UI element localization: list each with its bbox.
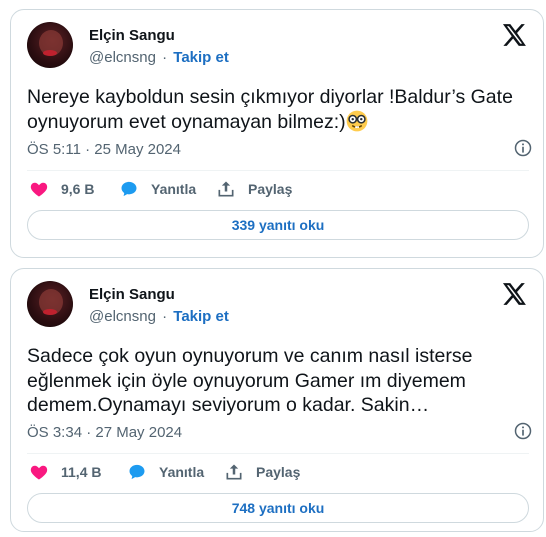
like-count: 9,6 B: [61, 181, 95, 197]
author-handle[interactable]: @elcnsng: [89, 49, 156, 66]
tweet-card[interactable]: Elçin Sangu @elcnsng · Takip et Sadece ç…: [10, 268, 544, 532]
info-icon[interactable]: [513, 421, 533, 441]
tweet-timestamp[interactable]: ÖS 3:34 · 27 May 2024: [27, 424, 182, 441]
x-logo-icon[interactable]: [501, 22, 527, 48]
author-name[interactable]: Elçin Sangu: [89, 27, 175, 44]
follow-link[interactable]: Takip et: [173, 308, 229, 325]
tweet-text: Nereye kayboldun sesin çıkmıyor diyorlar…: [27, 85, 529, 134]
reply-button[interactable]: Yanıtla: [127, 459, 204, 485]
reply-label: Yanıtla: [151, 181, 197, 197]
tweet-text: Sadece çok oyun oynuyorum ve canım nasıl…: [27, 345, 478, 416]
heart-icon: [30, 465, 48, 480]
like-count: 11,4 B: [61, 464, 102, 480]
author-name[interactable]: Elçin Sangu: [89, 286, 175, 303]
like-button[interactable]: 9,6 B: [29, 176, 94, 202]
separator-dot: ·: [162, 49, 168, 66]
reply-button[interactable]: Yanıtla: [119, 176, 196, 202]
share-icon: [218, 181, 234, 197]
info-icon[interactable]: [513, 138, 533, 158]
share-button[interactable]: Paylaş: [224, 459, 300, 485]
reply-label: Yanıtla: [159, 464, 205, 480]
divider: [27, 170, 529, 171]
tweet-header: Elçin Sangu @elcnsng · Takip et: [27, 281, 531, 329]
share-icon: [226, 464, 242, 480]
share-label: Paylaş: [256, 464, 301, 480]
author-handle[interactable]: @elcnsng: [89, 308, 156, 325]
divider: [27, 453, 529, 454]
avatar[interactable]: [27, 281, 73, 327]
tweet-actions: 11,4 B Yanıtla Paylaş: [27, 459, 529, 485]
read-replies-button[interactable]: 748 yanıtı oku: [27, 493, 529, 523]
tweet-timestamp[interactable]: ÖS 5:11 · 25 May 2024: [27, 141, 181, 158]
follow-link[interactable]: Takip et: [173, 49, 229, 66]
avatar[interactable]: [27, 22, 73, 68]
reply-bubble-icon: [129, 464, 145, 480]
tweet-text-content: Nereye kayboldun sesin çıkmıyor diyorlar…: [27, 86, 519, 133]
x-logo-icon[interactable]: [501, 281, 527, 307]
tweet-card[interactable]: Elçin Sangu @elcnsng · Takip et Nereye k…: [10, 9, 544, 258]
share-label: Paylaş: [248, 181, 293, 197]
reply-bubble-icon: [121, 181, 137, 197]
handle-row: @elcnsng · Takip et: [89, 308, 229, 325]
handle-row: @elcnsng · Takip et: [89, 49, 229, 66]
tweet-header: Elçin Sangu @elcnsng · Takip et: [27, 22, 531, 70]
heart-icon: [30, 182, 48, 197]
like-button[interactable]: 11,4 B: [29, 459, 101, 485]
nerd-face-emoji: [346, 110, 368, 131]
share-button[interactable]: Paylaş: [216, 176, 292, 202]
separator-dot: ·: [162, 308, 168, 325]
tweet-actions: 9,6 B Yanıtla Paylaş: [27, 176, 529, 202]
read-replies-button[interactable]: 339 yanıtı oku: [27, 210, 529, 240]
